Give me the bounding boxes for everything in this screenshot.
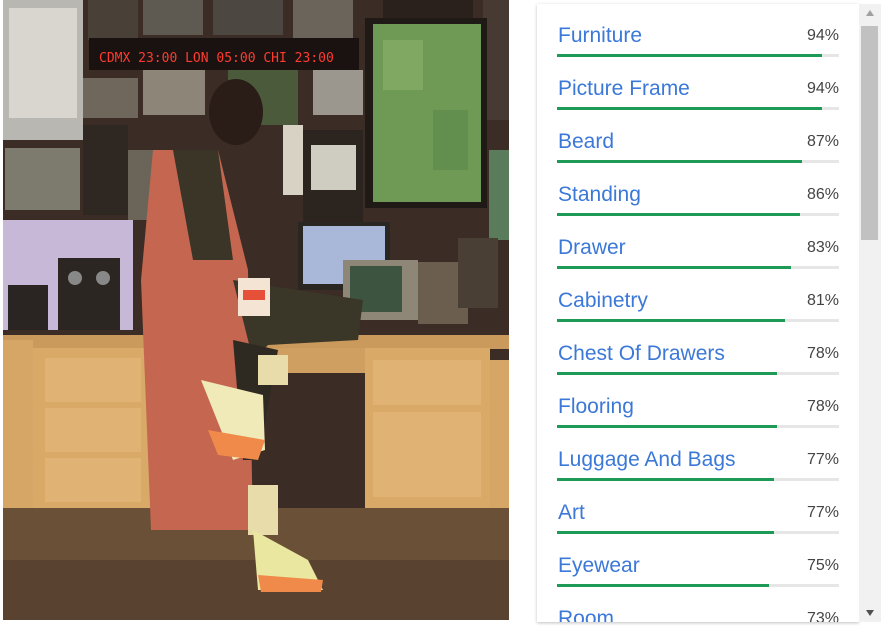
triangle-up-icon[interactable]	[859, 4, 881, 22]
label-results-panel[interactable]: Furniture 94% Picture Frame 94% Beard 87…	[537, 4, 859, 622]
led-clock-text: CDMX 23:00 LON 05:00 CHI 23:00	[99, 51, 334, 66]
label-name[interactable]: Art	[558, 500, 585, 526]
label-name[interactable]: Eyewear	[558, 553, 640, 579]
label-score: 77%	[806, 451, 839, 468]
label-item-chest-of-drawers[interactable]: Chest Of Drawers 78%	[557, 321, 839, 375]
label-item-eyewear[interactable]: Eyewear 75%	[557, 533, 839, 587]
label-item-beard[interactable]: Beard 87%	[557, 109, 839, 163]
photo-illustration: CDMX 23:00 LON 05:00 CHI 23:00	[3, 0, 509, 620]
label-score: 83%	[806, 239, 839, 256]
label-score: 94%	[806, 80, 839, 97]
triangle-down-icon[interactable]	[859, 604, 881, 622]
label-name[interactable]: Cabinetry	[558, 288, 648, 314]
label-score: 77%	[806, 504, 839, 521]
label-score: 87%	[806, 133, 839, 150]
label-name[interactable]: Chest Of Drawers	[558, 341, 725, 367]
analyzed-photo: CDMX 23:00 LON 05:00 CHI 23:00	[3, 0, 509, 620]
label-name[interactable]: Luggage And Bags	[558, 447, 736, 473]
label-name[interactable]: Room	[558, 606, 614, 622]
label-name[interactable]: Drawer	[558, 235, 626, 261]
label-name[interactable]: Furniture	[558, 23, 642, 49]
panel-scrollbar[interactable]	[859, 4, 881, 622]
label-item-cabinetry[interactable]: Cabinetry 81%	[557, 268, 839, 322]
label-item-drawer[interactable]: Drawer 83%	[557, 215, 839, 269]
label-name[interactable]: Beard	[558, 129, 614, 155]
label-score: 94%	[806, 27, 839, 44]
label-score: 73%	[806, 610, 839, 622]
label-name[interactable]: Picture Frame	[558, 76, 690, 102]
label-name[interactable]: Flooring	[558, 394, 634, 420]
label-item-standing[interactable]: Standing 86%	[557, 162, 839, 216]
label-score: 81%	[806, 292, 839, 309]
label-score: 78%	[806, 398, 839, 415]
label-item-furniture[interactable]: Furniture 94%	[557, 4, 839, 57]
label-name[interactable]: Standing	[558, 182, 641, 208]
label-score: 86%	[806, 186, 839, 203]
label-item-art[interactable]: Art 77%	[557, 480, 839, 534]
label-item-picture-frame[interactable]: Picture Frame 94%	[557, 56, 839, 110]
label-score: 78%	[806, 345, 839, 362]
scroll-thumb[interactable]	[861, 26, 878, 240]
label-item-flooring[interactable]: Flooring 78%	[557, 374, 839, 428]
label-item-room[interactable]: Room 73%	[557, 586, 839, 622]
label-score: 75%	[806, 557, 839, 574]
label-item-luggage-and-bags[interactable]: Luggage And Bags 77%	[557, 427, 839, 481]
